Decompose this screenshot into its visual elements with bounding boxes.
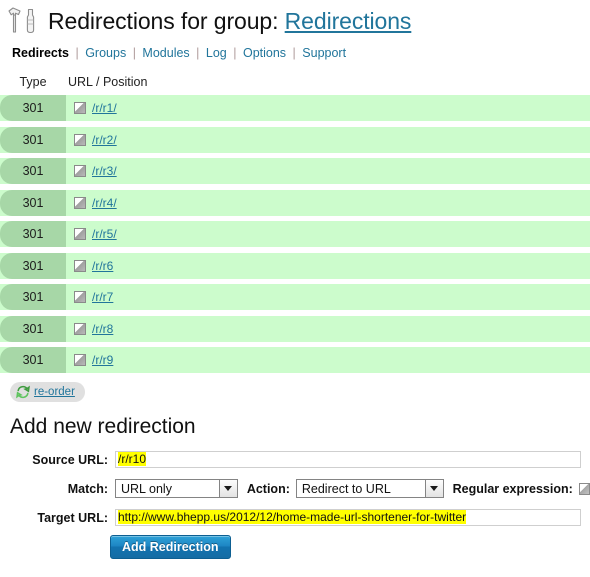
row-url-link[interactable]: /r/r3/	[92, 164, 117, 178]
row-url-link[interactable]: /r/r7	[92, 290, 113, 304]
row-url-link[interactable]: /r/r9	[92, 353, 113, 367]
subnav-separator: |	[75, 46, 79, 60]
table-row: 301/r/r3/	[0, 158, 590, 184]
row-type-cell: 301	[0, 95, 66, 121]
source-url-row: Source URL: /r/r10	[0, 448, 590, 472]
add-redirection-form: Source URL: /r/r10 Match: URL only Actio…	[0, 448, 590, 559]
row-select-checkbox[interactable]	[74, 354, 86, 366]
submit-row: Add Redirection	[0, 534, 590, 559]
source-url-input[interactable]: /r/r10	[115, 451, 581, 468]
source-url-value: /r/r10	[118, 452, 147, 466]
add-new-redirection-heading: Add new redirection	[10, 414, 196, 438]
reorder-toolbar: re-order	[0, 379, 590, 402]
row-url-cell: /r/r5/	[66, 221, 590, 247]
row-select-checkbox[interactable]	[74, 228, 86, 240]
chevron-down-icon[interactable]	[218, 480, 237, 497]
action-select[interactable]: Redirect to URL	[295, 479, 444, 498]
subnav-item-modules[interactable]: Modules	[142, 46, 189, 60]
target-url-input[interactable]: http://www.bhepp.us/2012/12/home-made-ur…	[115, 509, 581, 526]
subnav-separator: |	[292, 46, 296, 60]
row-url-link[interactable]: /r/r1/	[92, 101, 117, 115]
table-row: 301/r/r5/	[0, 221, 590, 247]
match-selected-value: URL only	[121, 481, 172, 496]
reorder-label: re-order	[34, 385, 75, 398]
action-selected-value: Redirect to URL	[301, 481, 391, 496]
table-body: 301/r/r1/301/r/r2/301/r/r3/301/r/r4/301/…	[0, 93, 590, 373]
regular-expression-label: Regular expression:	[452, 481, 573, 496]
subnav: Redirects | Groups | Modules | Log | Opt…	[0, 36, 590, 60]
row-type-cell: 301	[0, 189, 66, 216]
row-url-link[interactable]: /r/r8	[92, 322, 113, 336]
row-url-cell: /r/r3/	[66, 158, 590, 184]
table-row: 301/r/r2/	[0, 126, 590, 153]
table-header-row: Type URL / Position	[0, 71, 590, 93]
column-header-type: Type	[19, 75, 47, 89]
subnav-item-groups[interactable]: Groups	[85, 46, 126, 60]
table-row: 301/r/r1/	[0, 95, 590, 121]
regular-expression-checkbox[interactable]	[578, 482, 590, 495]
row-url-cell: /r/r8	[66, 316, 590, 342]
row-select-checkbox[interactable]	[74, 291, 86, 303]
target-url-row: Target URL: http://www.bhepp.us/2012/12/…	[0, 506, 590, 530]
row-type-cell: 301	[0, 284, 66, 310]
match-select[interactable]: URL only	[115, 479, 238, 498]
table-row: 301/r/r6	[0, 252, 590, 279]
row-type-cell: 301	[0, 252, 66, 279]
action-label: Action:	[246, 481, 290, 496]
subnav-separator: |	[233, 46, 237, 60]
match-action-row: Match: URL only Action: Redirect to URL …	[0, 477, 590, 501]
subnav-separator: |	[132, 46, 136, 60]
subnav-item-options[interactable]: Options	[243, 46, 286, 60]
table-row: 301/r/r7	[0, 284, 590, 310]
table-row: 301/r/r8	[0, 315, 590, 342]
row-type-cell: 301	[0, 347, 66, 373]
page-header: Redirections for group: Redirections	[0, 0, 590, 36]
group-link[interactable]: Redirections	[285, 8, 412, 34]
row-url-cell: /r/r7	[66, 284, 590, 310]
subnav-separator: |	[196, 46, 200, 60]
row-type-cell: 301	[0, 315, 66, 342]
row-url-cell: /r/r9	[66, 347, 590, 373]
target-url-label: Target URL:	[37, 510, 108, 525]
subnav-item-log[interactable]: Log	[206, 46, 227, 60]
match-label: Match:	[67, 481, 108, 496]
row-url-cell: /r/r4/	[66, 190, 590, 216]
page-title-prefix: Redirections for group:	[48, 7, 279, 34]
tools-icon	[6, 6, 42, 36]
row-type-cell: 301	[0, 126, 66, 153]
chevron-down-icon[interactable]	[424, 480, 443, 497]
table-row: 301/r/r4/	[0, 189, 590, 216]
reorder-button[interactable]: re-order	[10, 381, 85, 402]
add-redirection-button[interactable]: Add Redirection	[110, 534, 231, 559]
row-url-cell: /r/r2/	[66, 127, 590, 153]
source-url-label: Source URL:	[32, 452, 108, 467]
row-url-cell: /r/r1/	[66, 95, 590, 121]
subnav-item-redirects[interactable]: Redirects	[12, 46, 69, 60]
target-url-value: http://www.bhepp.us/2012/12/home-made-ur…	[118, 510, 467, 524]
row-url-link[interactable]: /r/r2/	[92, 133, 117, 147]
row-select-checkbox[interactable]	[74, 165, 86, 177]
table-row: 301/r/r9	[0, 347, 590, 373]
subnav-item-support[interactable]: Support	[302, 46, 346, 60]
column-header-url: URL / Position	[68, 75, 148, 89]
row-url-cell: /r/r6	[66, 253, 590, 279]
row-select-checkbox[interactable]	[74, 196, 86, 209]
redirections-table: Type URL / Position 301/r/r1/301/r/r2/30…	[0, 71, 590, 373]
recycle-arrows-icon	[16, 385, 30, 399]
row-url-link[interactable]: /r/r4/	[92, 196, 117, 210]
row-type-cell: 301	[0, 221, 66, 247]
row-select-checkbox[interactable]	[74, 133, 86, 146]
page-title: Redirections for group: Redirections	[48, 8, 411, 35]
row-url-link[interactable]: /r/r5/	[92, 227, 117, 241]
row-select-checkbox[interactable]	[74, 259, 86, 272]
row-type-cell: 301	[0, 158, 66, 184]
row-select-checkbox[interactable]	[74, 102, 86, 114]
row-select-checkbox[interactable]	[74, 322, 86, 335]
row-url-link[interactable]: /r/r6	[92, 259, 113, 273]
